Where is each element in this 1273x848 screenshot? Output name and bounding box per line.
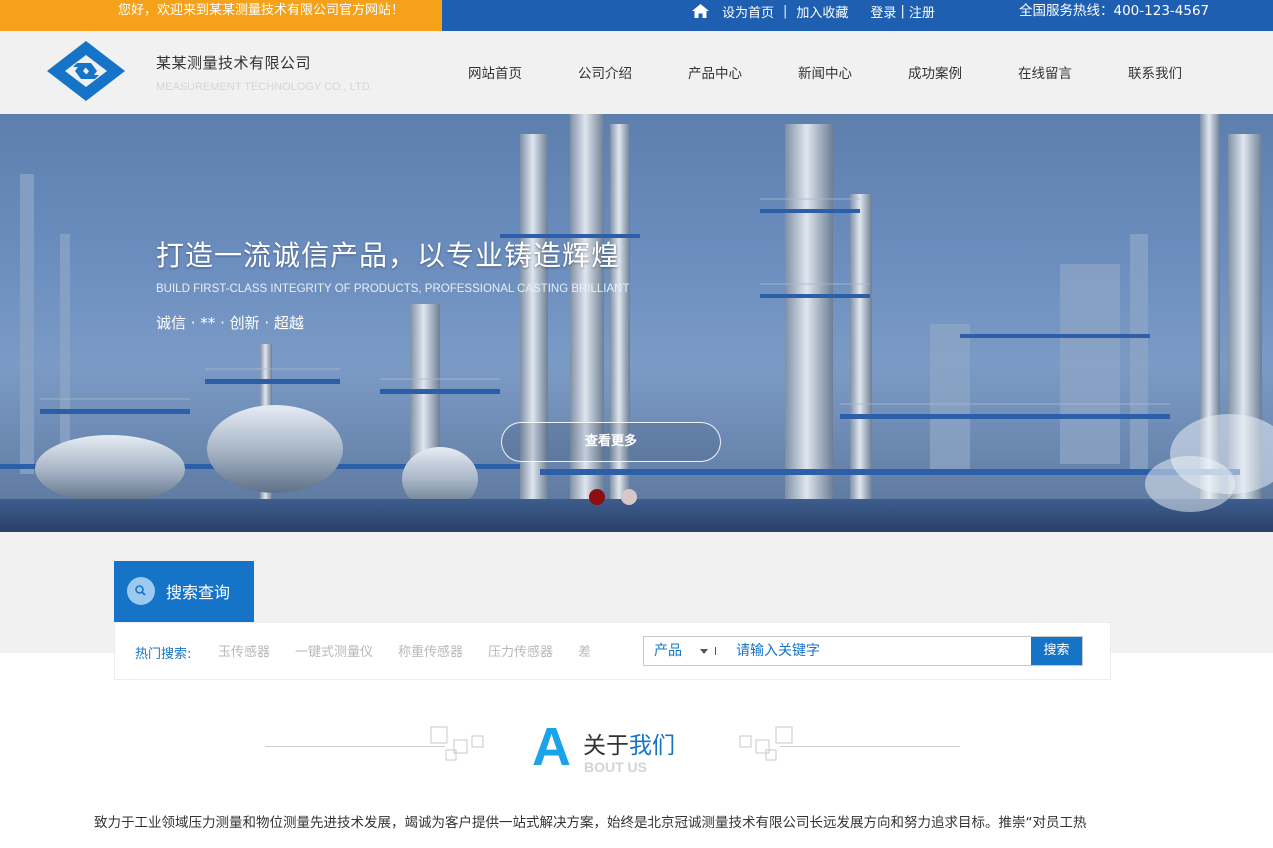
hot-search-label: 热门搜索: (135, 647, 192, 662)
site-header: 某某测量技术有限公司 MEASUREMENT TECHNOLOGY CO., L… (0, 31, 1273, 114)
square-deco-icon (430, 726, 484, 761)
welcome-message: 您好，欢迎来到某某测量技术有限公司官方网站！ (0, 0, 442, 31)
about-title: 关于我们 (583, 726, 675, 760)
about-title-en: BOUT US (584, 759, 647, 775)
top-bar: 您好，欢迎来到某某测量技术有限公司官方网站！ 设为首页 | 加入收藏 登录 | … (0, 0, 1273, 31)
search-tab-label: 搜索查询 (166, 583, 231, 602)
divider-line (780, 746, 960, 747)
search-button[interactable]: 搜索 (1031, 637, 1082, 665)
top-links: 设为首页 | 加入收藏 登录 | 注册 (692, 0, 935, 22)
search-category-select[interactable]: 产品 (644, 637, 726, 665)
slider-dot-2[interactable] (621, 489, 637, 505)
logo-icon[interactable] (47, 41, 125, 101)
nav-news[interactable]: 新闻中心 (770, 31, 880, 114)
search-tab: 搜索查询 (114, 561, 254, 622)
hot-tag[interactable]: 压力传感器 (488, 641, 553, 663)
hero-banner: 打造一流诚信产品，以专业铸造辉煌 BUILD FIRST-CLASS INTEG… (0, 114, 1273, 532)
hot-tag[interactable]: 差 (578, 641, 591, 663)
hot-tag[interactable]: 称重传感器 (398, 641, 463, 663)
search-icon (127, 577, 155, 605)
select-divider (715, 647, 716, 655)
main-nav: 网站首页 公司介绍 产品中心 新闻中心 成功案例 在线留言 联系我们 (440, 31, 1210, 114)
nav-contact[interactable]: 联系我们 (1100, 31, 1210, 114)
nav-products[interactable]: 产品中心 (660, 31, 770, 114)
about-description: 致力于工业领域压力测量和物位测量先进技术发展，竭诚为客户提供一站式解决方案，始终… (94, 815, 1087, 831)
separator: | (900, 3, 905, 19)
banner-slogan: 诚信 · ** · 创新 · 超越 (156, 314, 304, 332)
search-panel: 热门搜索: 玉传感器 一键式测量仪 称重传感器 压力传感器 差 产品 搜索 (114, 622, 1111, 680)
chevron-down-icon (700, 649, 708, 654)
nav-cases[interactable]: 成功案例 (880, 31, 990, 114)
banner-title: 打造一流诚信产品，以专业铸造辉煌 (156, 239, 621, 272)
slider-dot-1[interactable] (589, 489, 605, 505)
hotline: 全国服务热线：400-123-4567 (1019, 3, 1210, 19)
login-link[interactable]: 登录 (870, 2, 896, 21)
about-title-highlight: 我们 (629, 733, 675, 759)
company-name: 某某测量技术有限公司 (156, 54, 312, 72)
company-name-en: MEASUREMENT TECHNOLOGY CO., LTD. (156, 81, 373, 93)
nav-about[interactable]: 公司介绍 (550, 31, 660, 114)
add-favorite-link[interactable]: 加入收藏 (796, 2, 848, 21)
search-form: 产品 搜索 (643, 636, 1083, 666)
set-home-link[interactable]: 设为首页 (722, 2, 774, 21)
separator: | (783, 3, 788, 19)
square-deco-icon (739, 726, 793, 761)
view-more-button[interactable]: 查看更多 (501, 422, 721, 462)
about-title-plain: 关于 (583, 733, 629, 759)
banner-subtitle: BUILD FIRST-CLASS INTEGRITY OF PRODUCTS,… (156, 283, 630, 295)
about-letter: A (532, 717, 571, 777)
home-icon[interactable] (692, 4, 709, 18)
nav-home[interactable]: 网站首页 (440, 31, 550, 114)
hot-tag[interactable]: 一键式测量仪 (295, 641, 373, 663)
hot-search-tags: 玉传感器 一键式测量仪 称重传感器 压力传感器 差 (218, 641, 618, 663)
search-input[interactable] (734, 639, 1024, 663)
slider-dots (589, 489, 637, 505)
nav-message[interactable]: 在线留言 (990, 31, 1100, 114)
divider-line (265, 746, 445, 747)
hot-tag[interactable]: 玉传感器 (218, 641, 270, 663)
register-link[interactable]: 注册 (909, 2, 935, 21)
